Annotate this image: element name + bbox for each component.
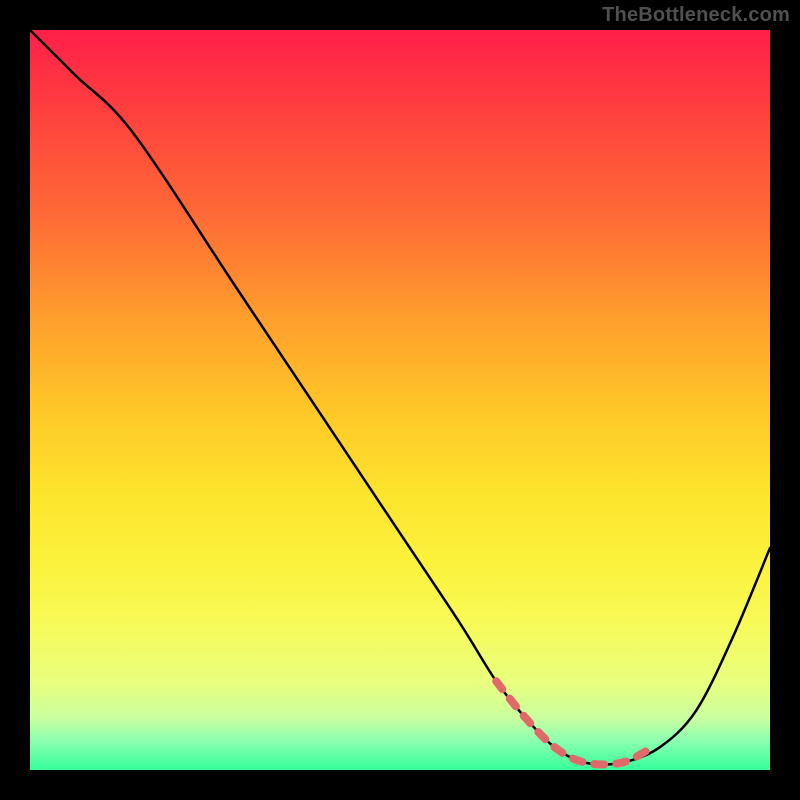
plot-area xyxy=(30,30,770,770)
plot-svg xyxy=(30,30,770,770)
chart-root: TheBottleneck.com xyxy=(0,0,800,800)
optimal-range-highlight xyxy=(496,681,651,764)
watermark-text: TheBottleneck.com xyxy=(602,4,790,27)
bottleneck-curve xyxy=(30,30,770,764)
